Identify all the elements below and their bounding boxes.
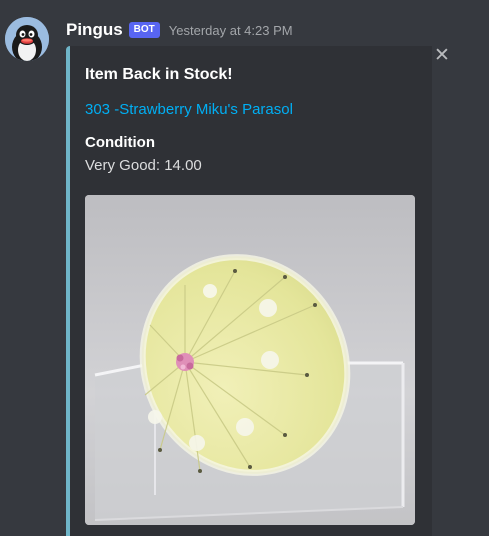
close-icon[interactable]: ✕ <box>432 46 452 66</box>
embed-title: Item Back in Stock! <box>85 66 233 83</box>
field-name: Condition <box>85 134 155 151</box>
penguin-avatar-icon <box>5 17 49 61</box>
author-name[interactable]: Pingus <box>66 20 123 40</box>
embed-card: Item Back in Stock! 303 -Strawberry Miku… <box>66 46 432 536</box>
bot-badge: BOT <box>128 22 160 38</box>
chat-message: Pingus BOT Yesterday at 4:23 PM Item Bac… <box>0 0 489 536</box>
embed-image[interactable] <box>85 195 415 525</box>
parasol-product-image <box>85 195 415 525</box>
message-header: Pingus BOT Yesterday at 4:23 PM <box>66 18 293 42</box>
item-link[interactable]: 303 -Strawberry Miku's Parasol <box>85 101 293 118</box>
avatar[interactable] <box>5 17 49 61</box>
field-value: Very Good: 14.00 <box>85 157 202 174</box>
message-timestamp: Yesterday at 4:23 PM <box>168 22 293 38</box>
